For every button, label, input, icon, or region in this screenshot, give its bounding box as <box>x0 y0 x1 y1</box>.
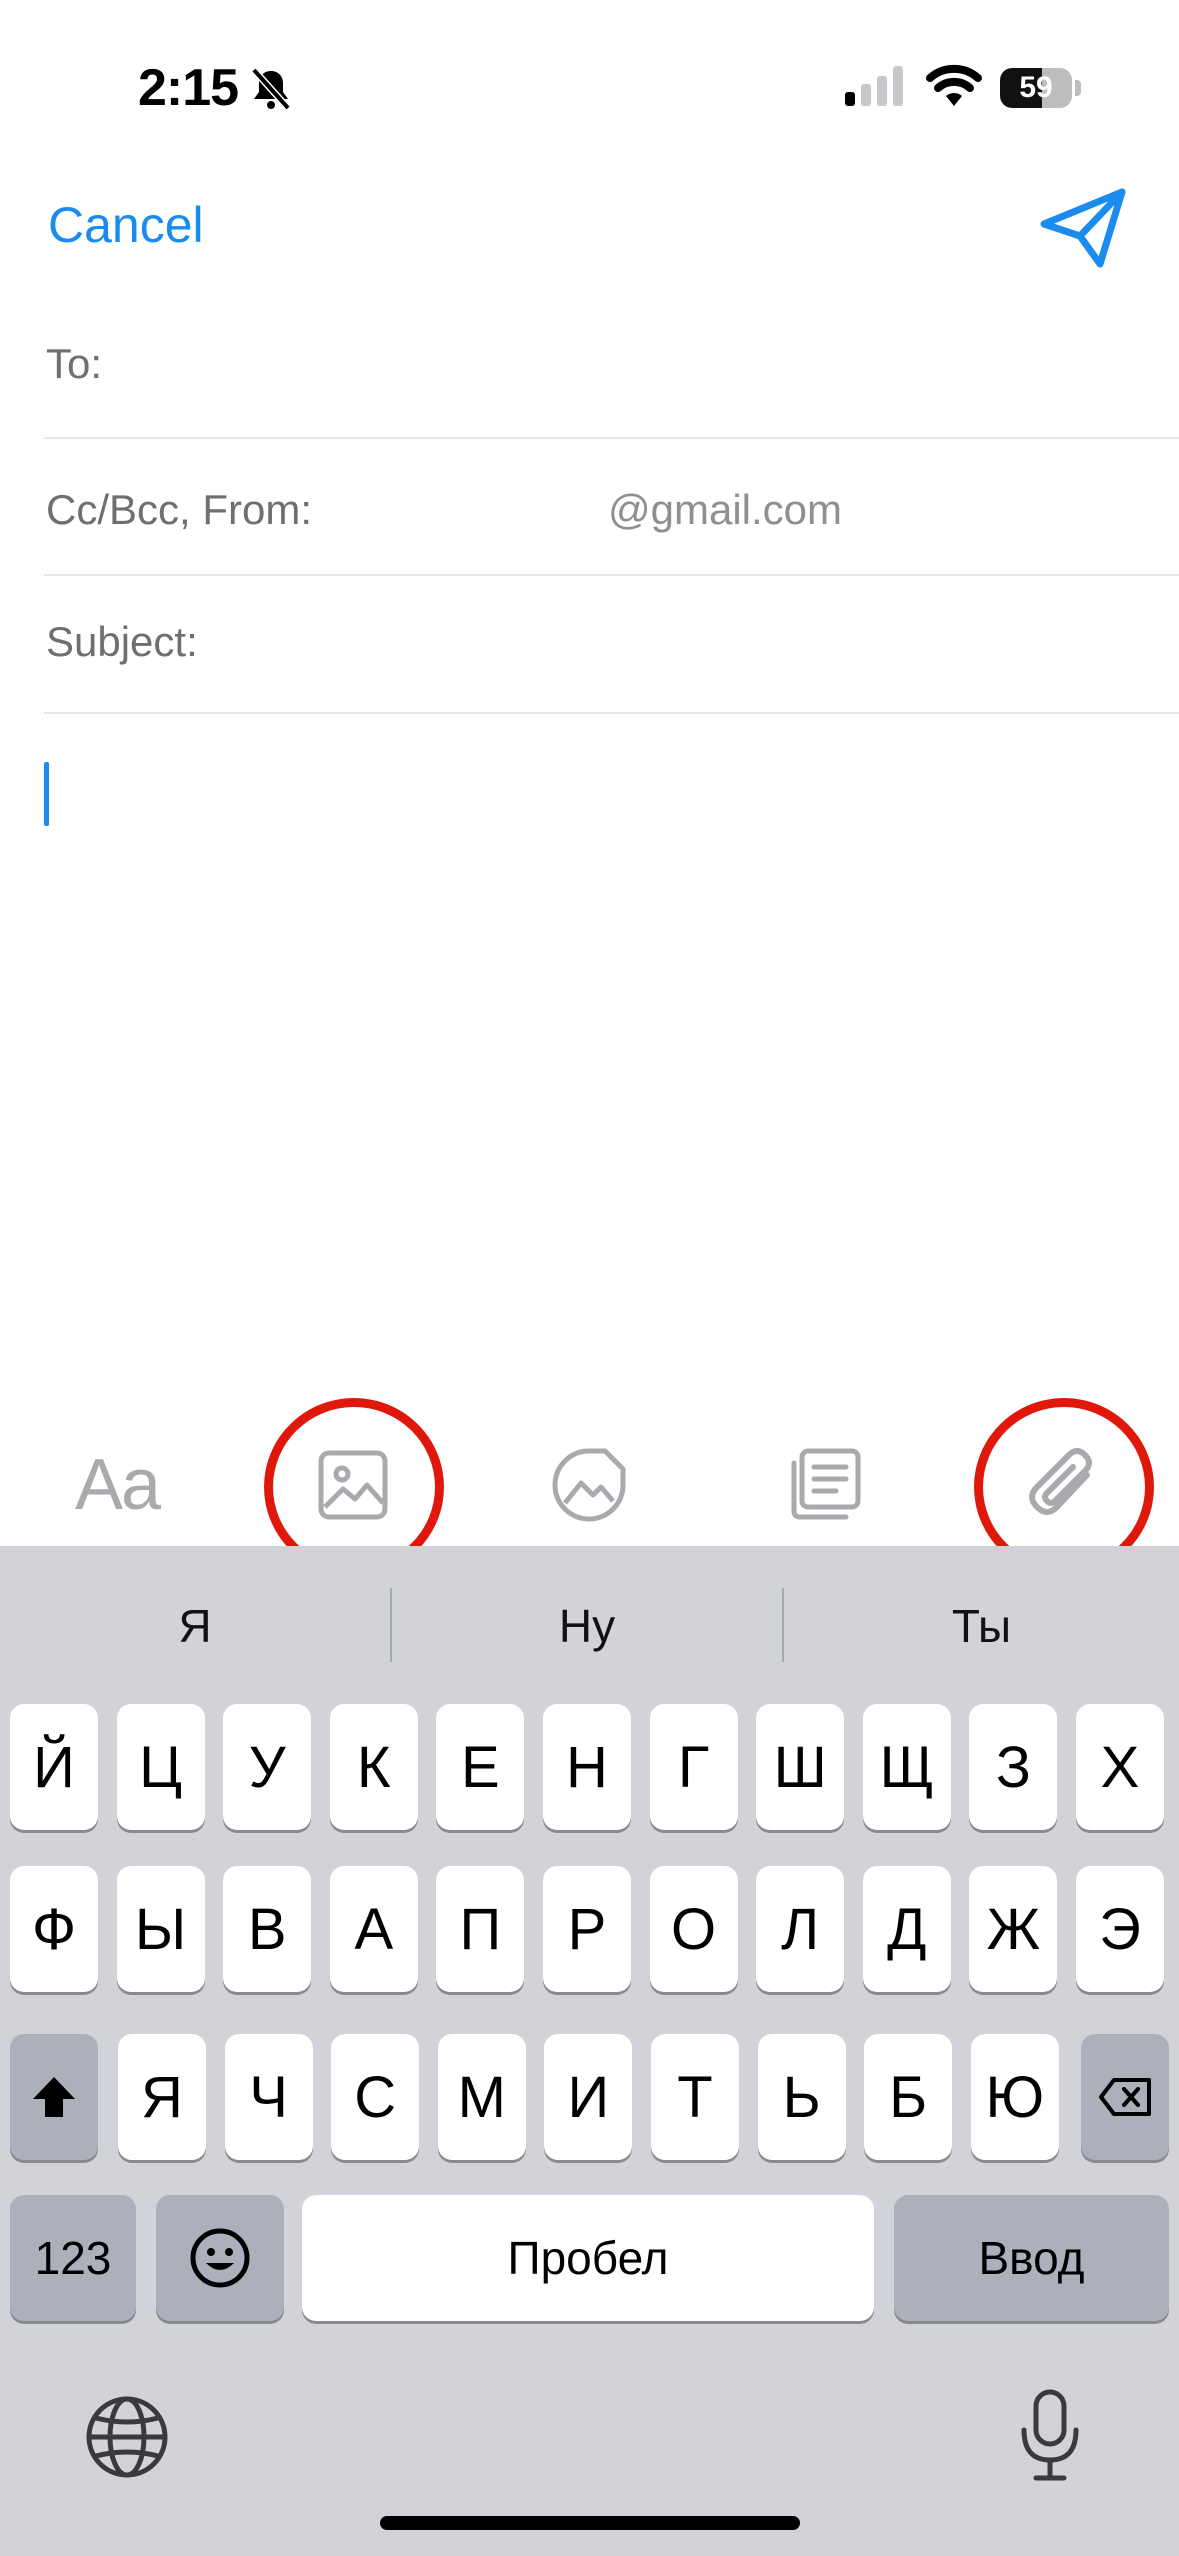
key-row2-4[interactable]: П <box>436 1866 525 1992</box>
key-row3-0[interactable]: Я <box>118 2034 206 2160</box>
key-row2-1[interactable]: Ы <box>116 1866 205 1992</box>
globe-icon[interactable] <box>84 2394 170 2480</box>
key-row3-7[interactable]: Б <box>864 2034 953 2160</box>
key-row3-1[interactable]: Ч <box>224 2034 313 2160</box>
suggestion-2[interactable]: Ну <box>392 1546 782 1706</box>
key-row1-6[interactable]: Г <box>649 1704 738 1830</box>
key-row3-8[interactable]: Ю <box>970 2034 1059 2160</box>
key-row1-10[interactable]: Х <box>1076 1704 1164 1830</box>
send-icon[interactable] <box>1040 188 1126 268</box>
key-row2-3[interactable]: А <box>329 1866 418 1992</box>
suggestion-3[interactable]: Ты <box>784 1546 1179 1706</box>
key-row3-5[interactable]: Т <box>651 2034 739 2160</box>
key-row2-6[interactable]: О <box>649 1866 738 1992</box>
key-row1-0[interactable]: Й <box>10 1704 98 1830</box>
divider <box>44 712 1179 714</box>
delete-key[interactable] <box>1081 2034 1169 2160</box>
format-text-icon: Aa <box>74 1445 161 1525</box>
message-body[interactable] <box>0 740 1179 1400</box>
battery-cap <box>1075 80 1081 96</box>
key-row1-3[interactable]: К <box>329 1704 418 1830</box>
key-row2-8[interactable]: Д <box>862 1866 951 1992</box>
home-indicator[interactable] <box>380 2516 800 2530</box>
key-row1-4[interactable]: Е <box>436 1704 525 1830</box>
key-row1-2[interactable]: У <box>223 1704 312 1830</box>
status-time: 2:15 <box>138 59 239 117</box>
key-row1-5[interactable]: Н <box>543 1704 631 1830</box>
key-row2-9[interactable]: Ж <box>969 1866 1058 1992</box>
format-text-button[interactable]: Aa <box>62 1440 172 1530</box>
battery-indicator: 59 <box>1000 68 1072 108</box>
battery-percent: 59 <box>1019 71 1053 104</box>
numbers-key[interactable]: 123 <box>10 2195 136 2321</box>
key-row2-5[interactable]: Р <box>543 1866 631 1992</box>
key-row2-2[interactable]: В <box>223 1866 312 1992</box>
ccbcc-from-label[interactable]: Cc/Bcc, From: <box>46 486 312 534</box>
microphone-icon[interactable] <box>1018 2388 1082 2484</box>
key-row3-6[interactable]: Ь <box>757 2034 846 2160</box>
divider <box>44 574 1179 576</box>
space-key[interactable]: Пробел <box>302 2195 874 2321</box>
emoji-key[interactable] <box>156 2195 284 2321</box>
emoji-icon <box>190 2228 250 2288</box>
key-row1-1[interactable]: Ц <box>116 1704 205 1830</box>
from-address[interactable]: @gmail.com <box>608 486 842 534</box>
key-row1-8[interactable]: Щ <box>862 1704 951 1830</box>
document-scan-icon <box>552 1448 626 1522</box>
scan-document-button[interactable] <box>534 1440 644 1530</box>
divider <box>44 437 1179 439</box>
cancel-button[interactable]: Cancel <box>48 196 204 254</box>
silent-bell-icon <box>251 67 291 111</box>
shift-key[interactable] <box>10 2034 98 2160</box>
shift-arrow-icon <box>33 2077 75 2117</box>
return-key[interactable]: Ввод <box>894 2195 1169 2321</box>
key-row3-3[interactable]: М <box>437 2034 526 2160</box>
suggestion-1[interactable]: Я <box>0 1546 390 1706</box>
notes-stack-icon <box>791 1448 861 1520</box>
key-row3-2[interactable]: С <box>331 2034 420 2160</box>
key-row2-0[interactable]: Ф <box>10 1866 98 1992</box>
key-row1-7[interactable]: Ш <box>756 1704 845 1830</box>
to-field-label[interactable]: To: <box>46 340 102 388</box>
key-row2-7[interactable]: Л <box>756 1866 845 1992</box>
quick-note-button[interactable] <box>768 1440 878 1530</box>
key-row3-4[interactable]: И <box>544 2034 633 2160</box>
backspace-icon <box>1099 2078 1151 2116</box>
key-row1-9[interactable]: З <box>969 1704 1058 1830</box>
key-row2-10[interactable]: Э <box>1076 1866 1164 1992</box>
subject-field-label[interactable]: Subject: <box>46 618 198 666</box>
wifi-icon <box>926 64 982 106</box>
cellular-signal-icon <box>845 66 903 106</box>
